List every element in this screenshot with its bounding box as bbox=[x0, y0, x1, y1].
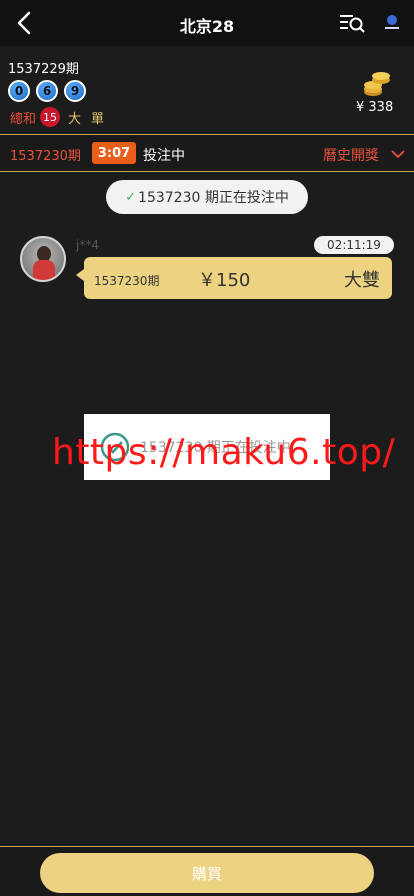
current-issue: 1537230期 bbox=[10, 149, 81, 164]
parity-result: 單 bbox=[91, 111, 105, 127]
footer-bar: 購買 bbox=[0, 846, 414, 896]
sum-value-badge: 15 bbox=[40, 107, 61, 127]
avatar[interactable] bbox=[20, 236, 66, 282]
last-draw-panel: 1537229期 0 6 9 總和 15 大 單 ¥ 338 bbox=[0, 46, 414, 134]
search-list-icon[interactable] bbox=[338, 11, 366, 35]
last-draw-issue: 1537229期 bbox=[8, 62, 79, 77]
sum-row: 總和 15 大 單 bbox=[10, 107, 114, 127]
bet-issue: 1537230期 bbox=[94, 274, 160, 288]
draw-ball: 9 bbox=[64, 80, 86, 102]
message-time: 02:11:19 bbox=[314, 236, 394, 254]
coins-icon bbox=[364, 72, 390, 96]
brand-logo-icon[interactable] bbox=[381, 12, 403, 34]
avatar-body bbox=[33, 260, 55, 280]
sum-label: 總和 bbox=[10, 111, 37, 127]
countdown-timer: 3:07 bbox=[92, 142, 136, 164]
betting-status: 投注中 bbox=[143, 148, 185, 164]
watermark-url: https://maku6.top/ bbox=[52, 432, 396, 473]
system-notice: ✓ 1537230 期正在投注中 bbox=[106, 180, 308, 214]
chevron-down-icon[interactable] bbox=[390, 147, 406, 161]
top-bar: 北京28 bbox=[0, 0, 414, 46]
current-issue-bar: 1537230期 3:07 投注中 曆史開獎 bbox=[0, 134, 414, 172]
bet-amount: ￥150 bbox=[198, 270, 251, 291]
draw-ball: 0 bbox=[8, 80, 30, 102]
history-link[interactable]: 曆史開獎 bbox=[323, 145, 379, 165]
check-icon: ✓ bbox=[125, 189, 137, 205]
draw-balls: 0 6 9 bbox=[8, 80, 86, 102]
username: j**4 bbox=[76, 238, 99, 252]
balance-amount: ¥ 338 bbox=[356, 100, 394, 115]
bet-bubble[interactable]: 1537230期 ￥150 大雙 bbox=[76, 257, 392, 299]
buy-button[interactable]: 購買 bbox=[40, 853, 374, 893]
bet-type: 大雙 bbox=[344, 270, 380, 291]
notice-text: 1537230 期正在投注中 bbox=[138, 190, 289, 206]
size-result: 大 bbox=[68, 111, 82, 127]
draw-ball: 6 bbox=[36, 80, 58, 102]
